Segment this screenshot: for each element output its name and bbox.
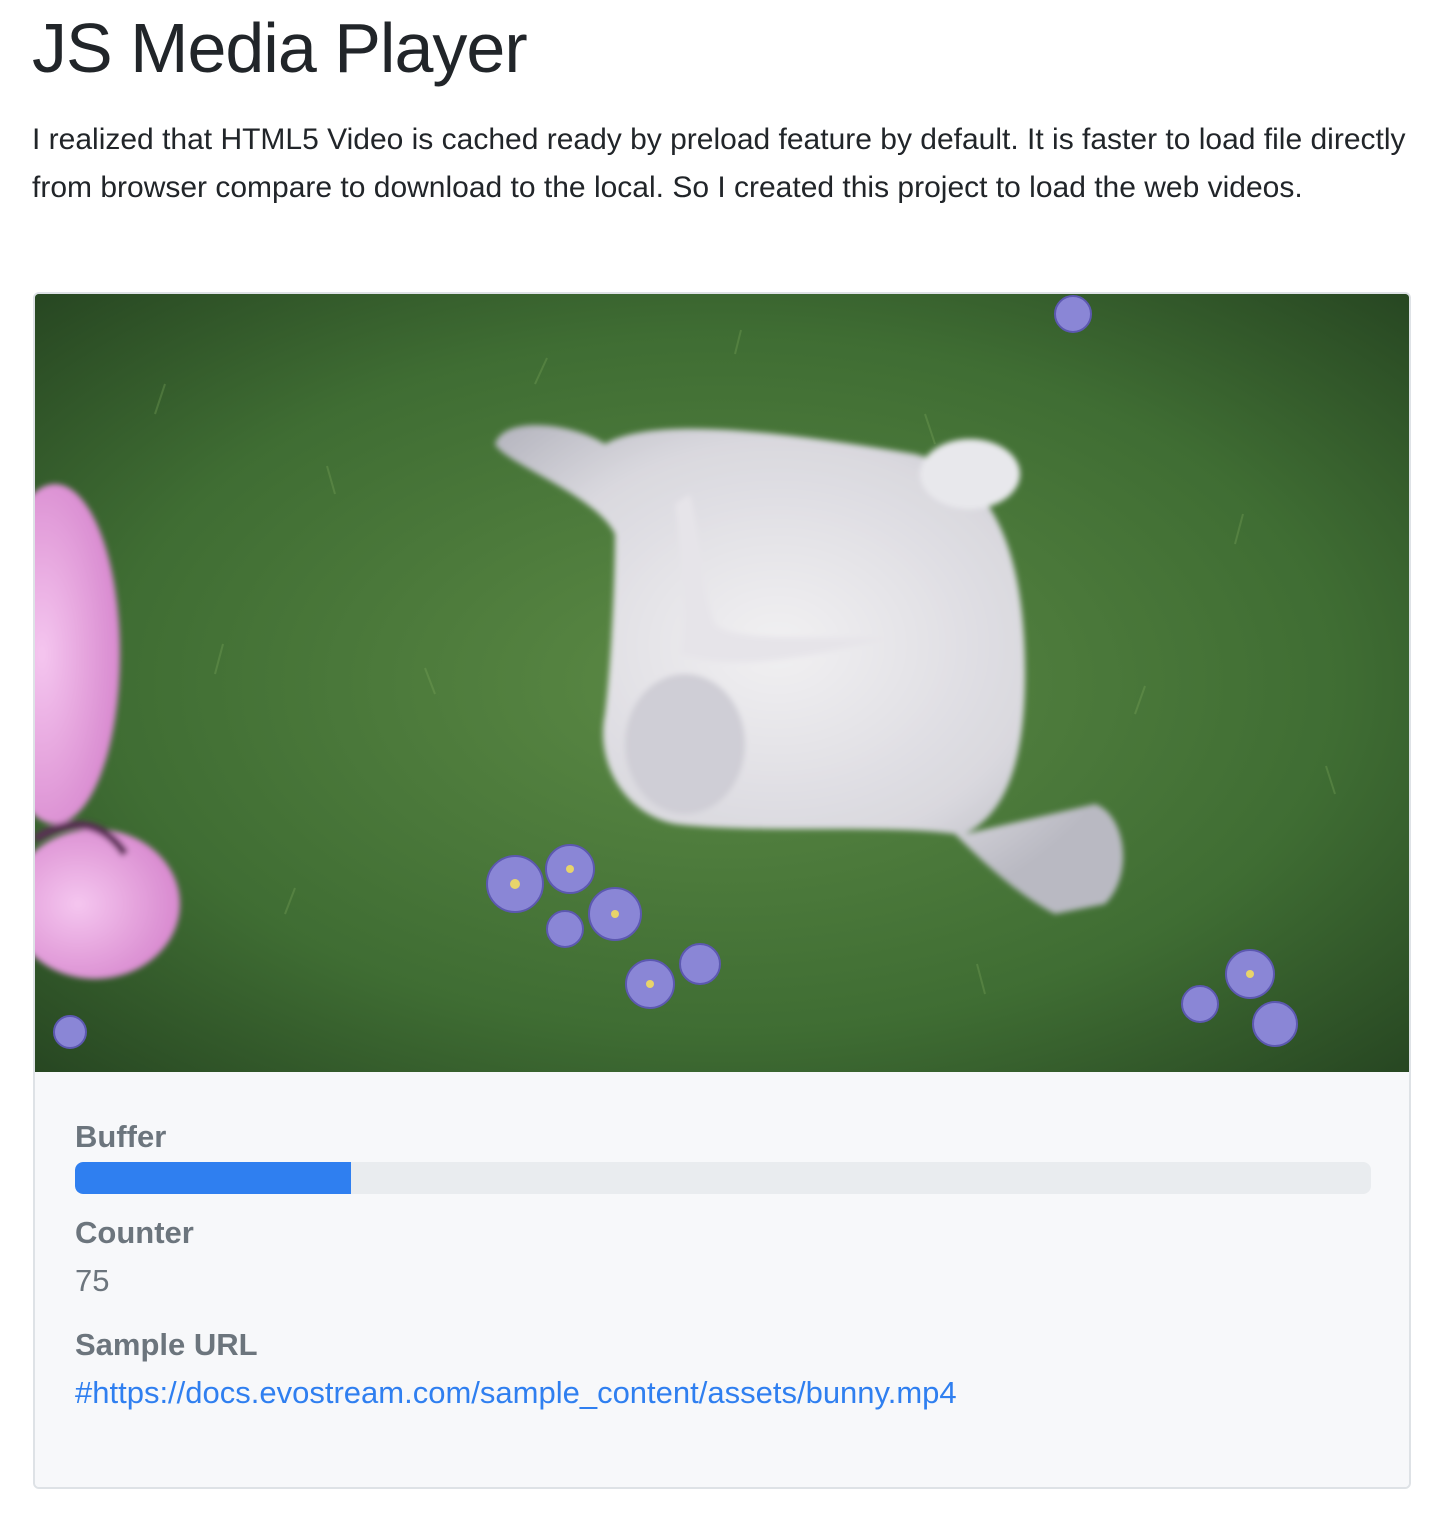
buffer-progress (75, 1162, 1371, 1194)
player-info-panel: Buffer Counter 75 Sample URL #https://do… (35, 1072, 1409, 1487)
buffer-progress-bar (75, 1162, 352, 1194)
video-frame (35, 294, 1409, 1072)
sample-url-link[interactable]: #https://docs.evostream.com/sample_conte… (75, 1374, 957, 1412)
sample-url-label: Sample URL (75, 1327, 258, 1362)
counter-value: 75 (75, 1263, 110, 1298)
page-title: JS Media Player (32, 9, 528, 87)
video-player[interactable] (35, 294, 1409, 1072)
page: JS Media Player I realized that HTML5 Vi… (0, 0, 1446, 1514)
intro-text: I realized that HTML5 Video is cached re… (32, 123, 1406, 204)
media-player-card: Buffer Counter 75 Sample URL #https://do… (33, 292, 1411, 1489)
buffer-label: Buffer (75, 1119, 167, 1154)
counter-label: Counter (75, 1215, 194, 1250)
